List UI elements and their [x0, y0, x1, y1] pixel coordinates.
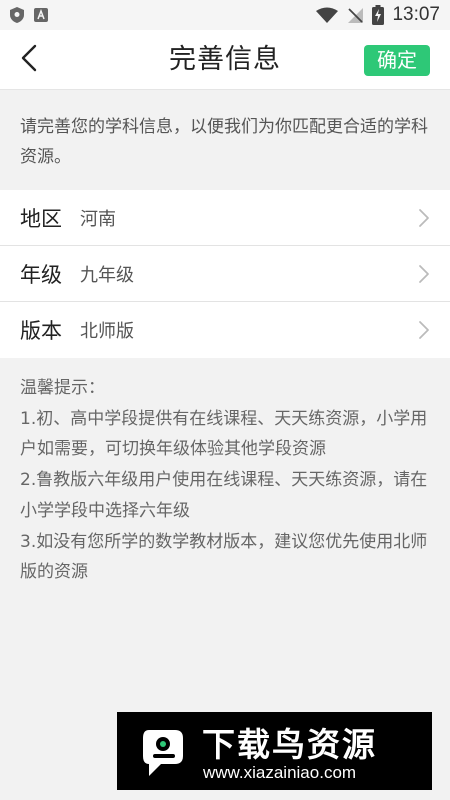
tip-item: 1.初、高中学段提供有在线课程、天天练资源，小学用户如需要，可切换年级体验其他学…: [20, 408, 428, 460]
region-value: 河南: [80, 208, 116, 230]
shield-icon: [10, 7, 24, 23]
region-row[interactable]: 地区 河南: [0, 190, 450, 246]
status-time: 13:07: [392, 4, 440, 25]
grade-row[interactable]: 年级 九年级: [0, 246, 450, 302]
edition-label: 版本: [20, 319, 62, 343]
signal-off-icon: [346, 6, 364, 24]
wifi-icon: [316, 7, 339, 23]
edition-value: 北师版: [80, 321, 134, 342]
app-screen: 13:07 完善信息 确定 请完善您的学科信息，以便我们为你匹配更合适的学科资源…: [0, 0, 450, 800]
watermark-banner: 下载鸟资源 www.xiazainiao.com: [117, 712, 432, 790]
chevron-right-icon: [418, 264, 430, 284]
grade-label: 年级: [20, 262, 62, 287]
status-bar-right: 13:07: [316, 4, 440, 26]
watermark-url: www.xiazainiao.com: [203, 763, 357, 782]
battery-charging-icon: [372, 5, 385, 25]
confirm-button[interactable]: 确定: [364, 45, 430, 76]
tips-section: 温馨提示： 1.初、高中学段提供有在线课程、天天练资源，小学用户如需要，可切换年…: [0, 373, 450, 588]
chevron-right-icon: [418, 320, 430, 340]
edition-row[interactable]: 版本 北师版: [0, 302, 450, 358]
tips-title: 温馨提示：: [20, 378, 105, 398]
watermark-title: 下载鸟资源: [202, 725, 377, 764]
status-bar: 13:07: [0, 0, 450, 30]
region-label: 地区: [20, 206, 62, 231]
a-icon: [34, 8, 48, 22]
subject-info-list: 地区 河南 年级 九年级 版本 北师版: [0, 190, 450, 358]
tip-item: 3.如没有您所学的数学教材版本，建议您优先使用北师版的资源: [20, 531, 428, 583]
chevron-right-icon: [418, 208, 430, 228]
tip-item: 2.鲁教版六年级用户使用在线课程、天天练资源，请在小学学段中选择六年级: [20, 470, 428, 521]
info-notice: 请完善您的学科信息，以便我们为你匹配更合适的学科资源。: [20, 117, 428, 167]
nav-header: 完善信息 确定: [0, 30, 450, 90]
grade-value: 九年级: [80, 264, 134, 286]
bird-logo-icon: [135, 722, 193, 780]
status-bar-left: [10, 7, 48, 23]
